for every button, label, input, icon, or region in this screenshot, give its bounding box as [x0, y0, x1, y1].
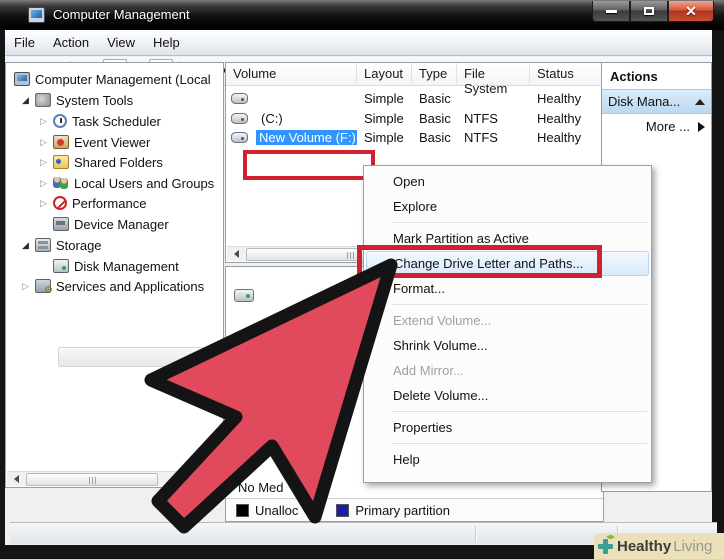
drive-icon: [231, 132, 248, 143]
context-menu: Open Explore Mark Partition as Active Ch…: [363, 165, 652, 483]
minimize-button[interactable]: [592, 1, 630, 22]
volume-table-header: Volume Layout Type File System Status: [226, 63, 603, 96]
tree-item-shared-folders[interactable]: Shared Folders: [40, 152, 163, 172]
expander-collapsed-icon[interactable]: [22, 281, 32, 292]
menu-view[interactable]: View: [98, 31, 144, 54]
expander-collapsed-icon[interactable]: [40, 178, 50, 189]
menu-item-properties[interactable]: Properties: [364, 415, 651, 440]
expander-collapsed-icon[interactable]: [40, 157, 50, 168]
table-row[interactable]: Simple Basic Healthy: [226, 89, 603, 108]
healthy-living-watermark: Healthy Living: [594, 533, 724, 559]
menu-item-format[interactable]: Format...: [364, 276, 651, 301]
storage-icon: [35, 238, 51, 252]
expander-expanded-icon[interactable]: [22, 240, 32, 251]
menu-item-extend-volume: Extend Volume...: [393, 313, 492, 328]
tree-item-local-users-groups[interactable]: Local Users and Groups: [40, 173, 214, 193]
plus-leaf-icon: [598, 533, 615, 554]
legend-primary-partition-label: Primary partition: [355, 502, 450, 518]
legend-bar: Unalloc Primary partition: [226, 498, 603, 521]
table-row[interactable]: (C:) Simple Basic NTFS Healthy: [226, 109, 603, 128]
tree-item-system-tools[interactable]: System Tools: [22, 90, 133, 110]
services-icon: [35, 279, 53, 296]
menu-item-add-mirror: Add Mirror...: [393, 363, 464, 378]
column-header-volume[interactable]: Volume: [226, 63, 357, 86]
tree-item-disk-management[interactable]: Disk Management: [53, 256, 179, 276]
app-icon: [28, 7, 45, 23]
tree-item-task-scheduler[interactable]: Task Scheduler: [40, 111, 161, 131]
device-manager-icon: [53, 217, 69, 231]
primary-partition-swatch: [336, 503, 350, 517]
event-viewer-icon: [53, 135, 69, 149]
computer-icon: [14, 72, 30, 86]
legend-unallocated-label: Unalloc: [255, 502, 299, 518]
submenu-arrow-icon: [698, 121, 705, 132]
tree-item-services-applications[interactable]: Services and Applications: [22, 276, 204, 296]
actions-item-disk-management[interactable]: Disk Mana...: [602, 89, 711, 114]
shared-folders-icon: [53, 155, 69, 169]
menu-item-open[interactable]: Open: [364, 169, 651, 194]
tree-horizontal-scrollbar[interactable]: [7, 471, 222, 486]
scrollbar-thumb[interactable]: [26, 473, 158, 486]
tree-item-storage[interactable]: Storage: [22, 235, 102, 255]
expander-collapsed-icon[interactable]: [40, 116, 50, 127]
system-tools-icon: [35, 93, 51, 107]
table-row-selected[interactable]: New Volume (F:) Simple Basic NTFS Health…: [226, 128, 603, 147]
menu-item-help[interactable]: Help: [364, 447, 651, 472]
watermark-light-text: Living: [673, 537, 713, 555]
no-media-label: No Med: [238, 480, 284, 495]
tree-item-device-manager[interactable]: Device Manager: [53, 214, 169, 234]
maximize-icon: [644, 7, 654, 15]
users-icon: [53, 176, 69, 190]
actions-more[interactable]: More ...: [602, 114, 711, 139]
menu-help[interactable]: Help: [144, 31, 189, 54]
close-icon: ✕: [685, 3, 697, 19]
scroll-left-icon[interactable]: [9, 473, 23, 485]
menu-bar: File Action View Help: [5, 30, 712, 56]
computer-management-window: Computer Management ✕ File Action View H…: [0, 0, 724, 559]
menu-separator: [392, 304, 647, 305]
close-button[interactable]: ✕: [668, 1, 714, 22]
disk-management-icon: [53, 259, 69, 273]
column-header-file-system[interactable]: File System: [457, 63, 530, 96]
menu-separator: [392, 222, 647, 223]
disk-icon: [234, 289, 254, 302]
tree-item-performance[interactable]: Performance: [40, 193, 146, 213]
expander-collapsed-icon[interactable]: [40, 137, 50, 148]
title-bar[interactable]: Computer Management ✕: [0, 0, 724, 30]
menu-action[interactable]: Action: [44, 31, 98, 54]
performance-icon: [53, 196, 67, 210]
selected-volume-label: New Volume (F:): [256, 130, 357, 145]
drive-icon: [231, 93, 248, 104]
window-title: Computer Management: [53, 7, 190, 22]
annotation-box-change-drive-letter: [357, 245, 602, 278]
watermark-bold-text: Healthy: [617, 537, 672, 555]
task-scheduler-icon: [53, 114, 67, 128]
actions-header: Actions: [610, 69, 658, 84]
tree-selection-highlight: [58, 347, 218, 367]
menu-item-delete-volume[interactable]: Delete Volume...: [364, 383, 651, 408]
statusbar-divider: [475, 526, 476, 542]
collapse-icon[interactable]: [695, 98, 705, 105]
scroll-left-icon[interactable]: [229, 248, 243, 260]
annotation-box-new-volume: [243, 150, 375, 180]
unallocated-swatch: [236, 503, 249, 517]
column-header-status[interactable]: Status: [530, 63, 601, 86]
expander-expanded-icon[interactable]: [22, 95, 32, 106]
minimize-icon: [605, 9, 617, 13]
console-tree-panel: Computer Management (Local System Tools …: [5, 62, 224, 488]
menu-separator: [392, 411, 647, 412]
column-header-type[interactable]: Type: [412, 63, 457, 86]
menu-separator: [392, 443, 647, 444]
tree-item-event-viewer[interactable]: Event Viewer: [40, 132, 150, 152]
maximize-button[interactable]: [630, 1, 668, 22]
menu-file[interactable]: File: [5, 31, 44, 54]
drive-icon: [231, 113, 248, 124]
menu-item-shrink-volume[interactable]: Shrink Volume...: [364, 333, 651, 358]
tree-item-computer-management[interactable]: Computer Management (Local: [14, 69, 211, 89]
column-header-layout[interactable]: Layout: [357, 63, 412, 86]
menu-item-explore[interactable]: Explore: [364, 194, 651, 219]
expander-collapsed-icon[interactable]: [40, 198, 50, 209]
